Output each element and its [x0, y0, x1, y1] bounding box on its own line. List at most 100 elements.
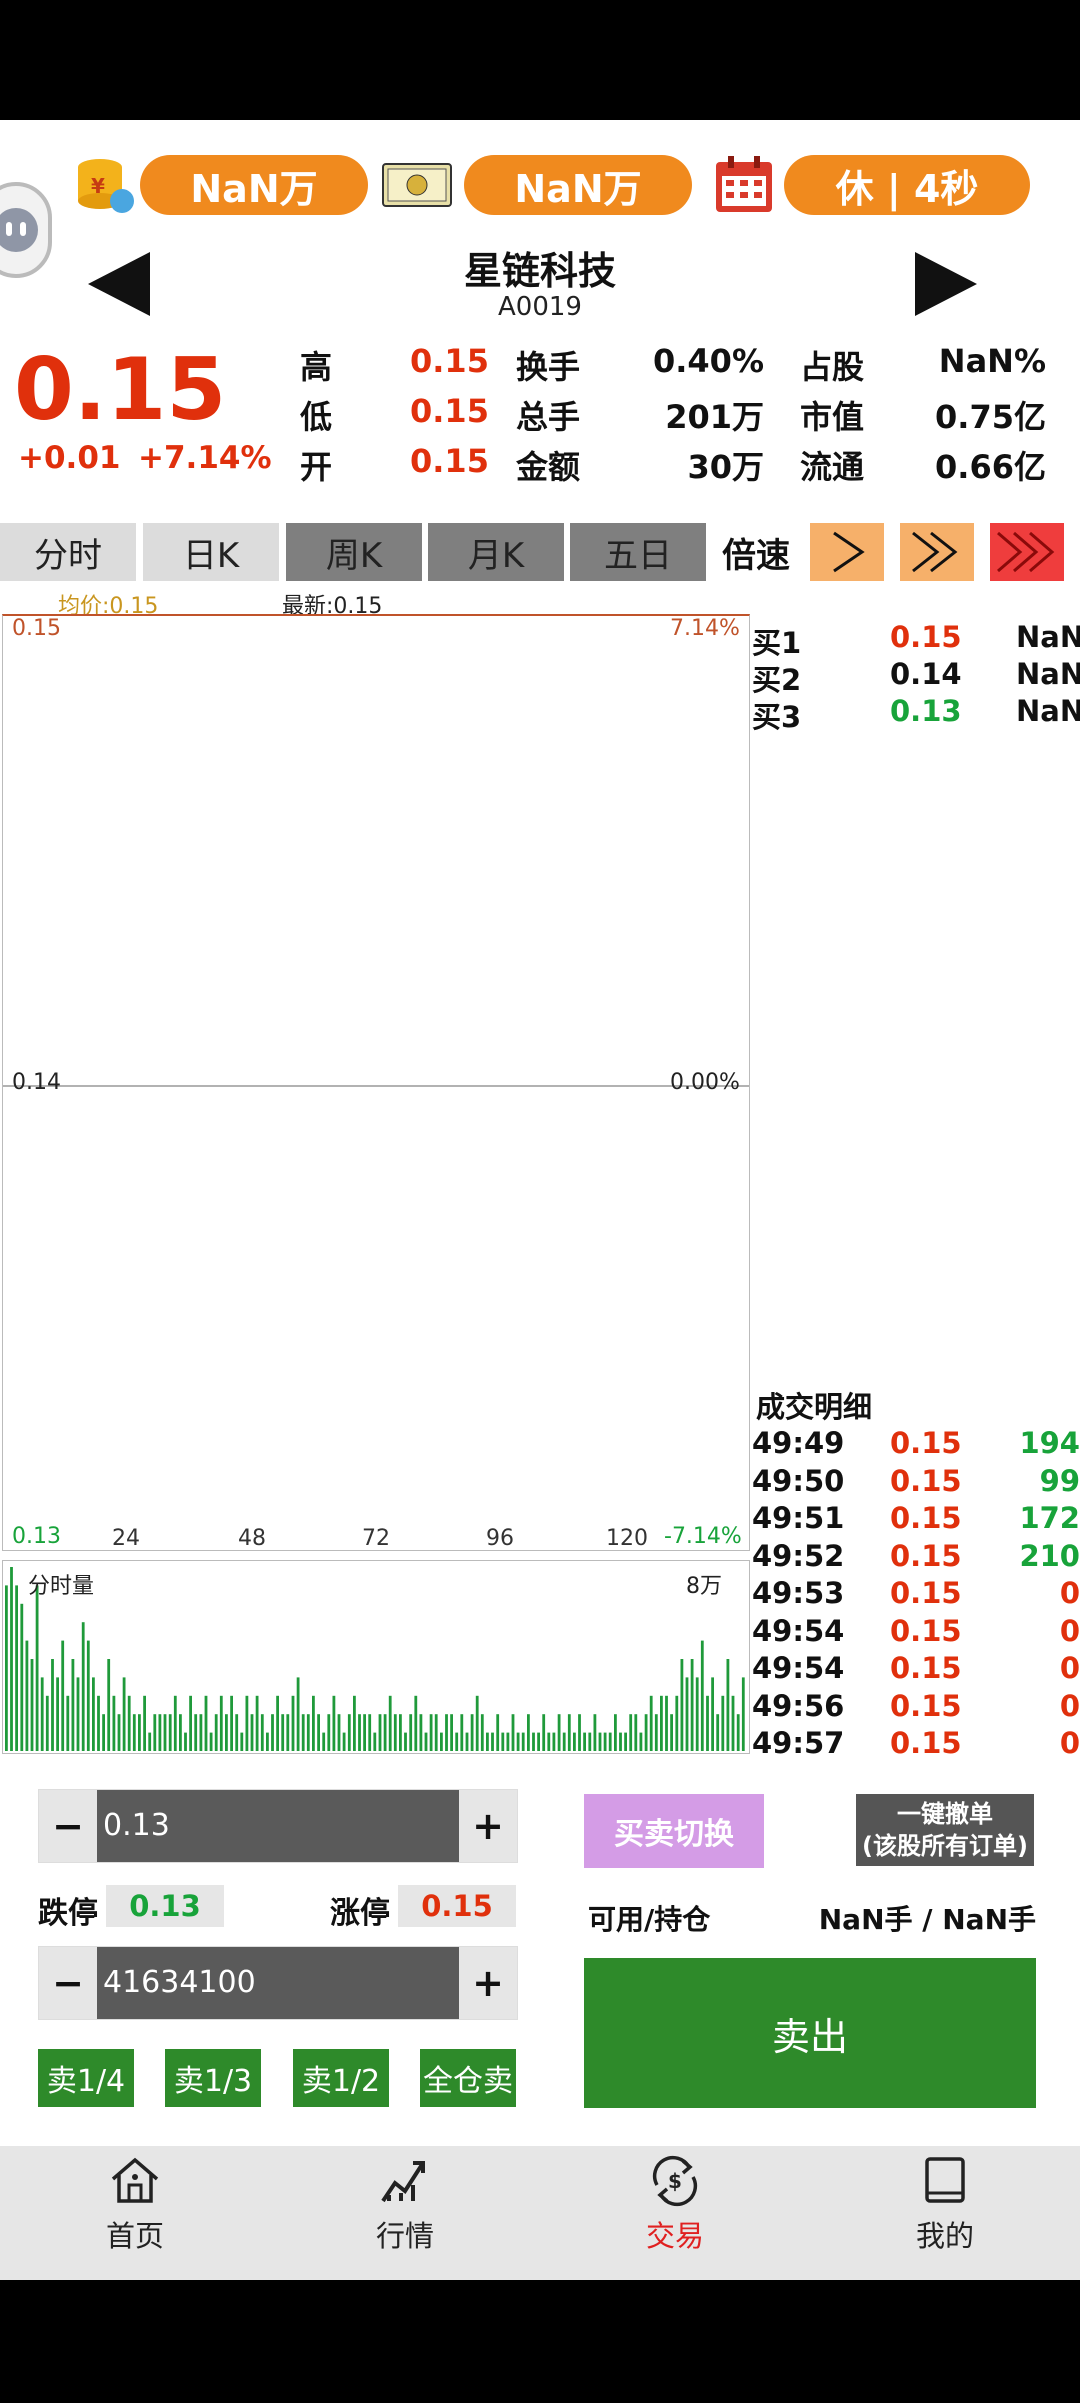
orderbook-price: 0.13 — [890, 694, 962, 728]
price-decrease-button[interactable]: − — [39, 1790, 97, 1862]
volume-bar — [30, 1659, 34, 1751]
nav-market[interactable]: 行情 — [305, 2155, 505, 2265]
speed-3x-button[interactable] — [990, 523, 1064, 581]
orderbook-label: 买2 — [752, 663, 802, 697]
calendar-icon — [714, 156, 774, 214]
volume-bar — [614, 1714, 617, 1751]
volume-bar — [552, 1732, 556, 1751]
volume-max-label: 8万 — [686, 1574, 722, 1599]
volume-bar — [578, 1714, 581, 1751]
trend-chart-icon — [381, 2161, 425, 2203]
volume-bar — [388, 1695, 392, 1751]
volume-bar — [71, 1659, 75, 1751]
volume-bar — [163, 1714, 167, 1751]
quantity-increase-button[interactable]: + — [459, 1947, 517, 2019]
sell-button[interactable]: 卖出 — [584, 1958, 1036, 2108]
volume-bar — [353, 1695, 356, 1751]
volume-bar — [741, 1677, 745, 1751]
sell-quarter-button[interactable]: 卖1/4 — [38, 2049, 134, 2107]
stat-label-low: 低 — [300, 398, 333, 436]
volume-bar — [378, 1714, 382, 1751]
volume-bar — [695, 1677, 699, 1751]
volume-bar — [573, 1732, 576, 1751]
volume-bar — [455, 1732, 459, 1751]
next-stock-button[interactable] — [915, 252, 977, 316]
tab-intraday[interactable]: 分时 — [0, 523, 136, 581]
volume-bar — [158, 1714, 162, 1751]
volume-bar — [189, 1695, 192, 1751]
trade-volume: 99 — [1039, 1463, 1080, 1498]
trade-price: 0.15 — [890, 1651, 962, 1685]
volume-bar — [527, 1714, 530, 1751]
volume-bar — [219, 1695, 223, 1751]
tab-monthly-k[interactable]: 月K — [428, 523, 564, 581]
home-icon — [111, 2157, 159, 2203]
cash-note-icon — [382, 163, 452, 207]
quantity-input[interactable]: 41634100 — [103, 1947, 256, 2019]
limit-up-label: 涨停 — [330, 1896, 390, 1931]
price-stepper[interactable]: − 0.13 + — [38, 1789, 518, 1863]
volume-bar — [470, 1714, 474, 1751]
nav-market-label: 行情 — [375, 2219, 434, 2253]
cancel-all-orders-button[interactable]: 一键撤单 (该股所有订单) — [856, 1794, 1034, 1866]
volume-bar — [240, 1732, 244, 1751]
speed-1x-button[interactable] — [810, 523, 884, 581]
trade-volume: 172 — [1019, 1501, 1080, 1535]
y-right-top: 7.14% — [670, 616, 740, 641]
trade-time: 49:53 — [752, 1576, 845, 1610]
volume-bar — [204, 1695, 208, 1751]
price-increase-button[interactable]: + — [459, 1790, 517, 1862]
svg-text:$: $ — [668, 2169, 682, 2193]
volume-bar — [496, 1714, 500, 1751]
volume-bar — [281, 1714, 285, 1751]
sell-third-button[interactable]: 卖1/3 — [165, 2049, 261, 2107]
volume-bar — [235, 1714, 239, 1751]
tab-five-day[interactable]: 五日 — [570, 523, 706, 581]
stat-label-amount: 金额 — [516, 448, 581, 486]
tab-weekly-k[interactable]: 周K — [286, 523, 422, 581]
volume-bar — [332, 1695, 336, 1751]
volume-bar — [450, 1714, 453, 1751]
volume-bar — [138, 1714, 141, 1751]
sell-half-button[interactable]: 卖1/2 — [293, 2049, 389, 2107]
nav-trade-label: 交易 — [645, 2219, 704, 2253]
stat-value-high: 0.15 — [410, 342, 489, 380]
sell-all-button[interactable]: 全仓卖 — [420, 2049, 516, 2107]
prev-stock-button[interactable] — [88, 252, 150, 316]
trade-price: 0.15 — [890, 1538, 962, 1573]
y-label-mid: 0.14 — [12, 1070, 61, 1095]
volume-bar — [112, 1695, 116, 1751]
speed-2x-button[interactable] — [900, 523, 974, 581]
stat-value-holding: NaN% — [938, 342, 1046, 380]
trade-volume: 0 — [1059, 1613, 1080, 1648]
quantity-stepper[interactable]: − 41634100 + — [38, 1946, 518, 2020]
volume-bar — [184, 1732, 187, 1751]
orderbook-label: 买1 — [752, 626, 802, 660]
volume-bar — [214, 1714, 218, 1751]
volume-bar — [624, 1732, 627, 1751]
volume-bar — [225, 1714, 228, 1751]
nav-mine[interactable]: 我的 — [845, 2155, 1045, 2265]
volume-bar — [588, 1732, 592, 1751]
volume-bar — [209, 1732, 213, 1751]
volume-bar — [491, 1732, 494, 1751]
price-input[interactable]: 0.13 — [103, 1790, 170, 1862]
nav-trade[interactable]: $ 交易 — [575, 2155, 775, 2265]
volume-bar — [562, 1732, 566, 1751]
orderbook-price: 0.14 — [890, 657, 962, 691]
volume-bar — [56, 1677, 59, 1751]
volume-bar — [716, 1714, 720, 1751]
volume-bar — [567, 1714, 571, 1751]
volume-bar — [532, 1732, 535, 1751]
nav-home[interactable]: 首页 — [35, 2155, 235, 2265]
volume-bar — [608, 1732, 612, 1751]
quantity-decrease-button[interactable]: − — [39, 1947, 97, 2019]
stock-code: A0019 — [498, 292, 582, 322]
tab-daily-k[interactable]: 日K — [143, 523, 279, 581]
volume-bar — [76, 1677, 80, 1751]
buy-sell-switch-button[interactable]: 买卖切换 — [584, 1794, 764, 1868]
volume-bar — [639, 1732, 643, 1751]
volume-bar — [424, 1732, 428, 1751]
floating-assistant-icon[interactable] — [0, 182, 52, 278]
cancel-line-1: 一键撤单 — [897, 1800, 993, 1828]
